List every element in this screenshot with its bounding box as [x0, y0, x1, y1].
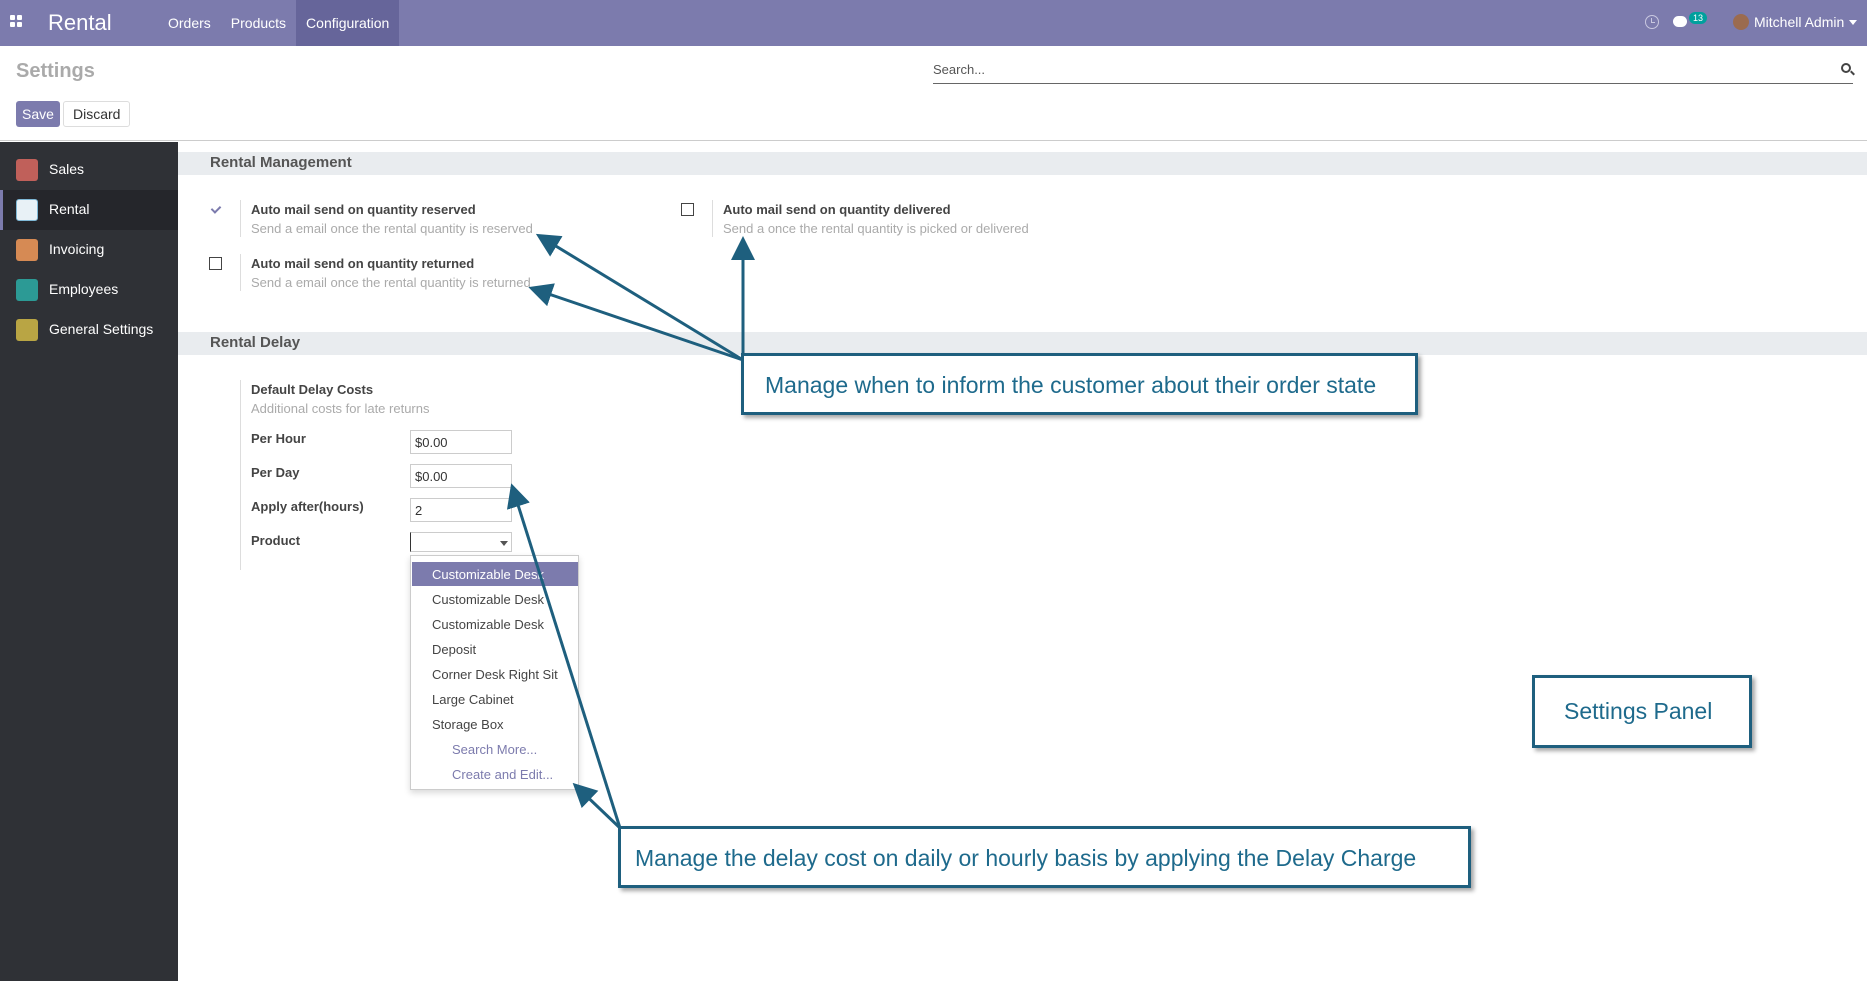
- annotation-notify: Manage when to inform the customer about…: [741, 353, 1418, 415]
- arrow-line: [535, 233, 744, 362]
- arrow-line: [528, 283, 744, 362]
- annotation-delay: Manage the delay cost on daily or hourly…: [618, 826, 1471, 888]
- annotation-settings-panel: Settings Panel: [1532, 675, 1752, 748]
- arrow-line: [506, 483, 622, 829]
